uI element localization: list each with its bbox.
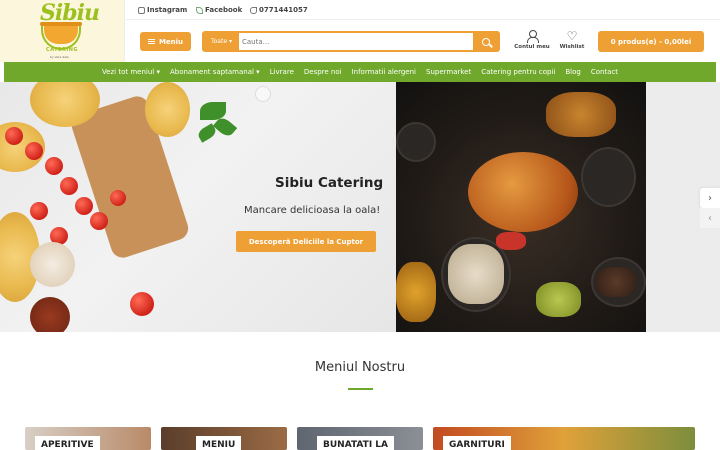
slider-next-button[interactable]: › — [700, 188, 720, 208]
category-card-label: BUNATATI LA — [317, 436, 394, 450]
nav-item-delivery[interactable]: Livrare — [265, 68, 299, 76]
search-bar: Toate ▾ — [202, 31, 500, 52]
corn-graphic — [396, 262, 436, 322]
cart-label: 0 produs(e) - 0,00lei — [610, 37, 692, 46]
category-card-oven[interactable]: BUNATATI LA — [297, 427, 423, 450]
tomato-graphic — [25, 142, 43, 160]
nav-item-supermarket[interactable]: Supermarket — [421, 68, 476, 76]
tomato-graphic — [110, 190, 126, 206]
nav-item-allergens[interactable]: Informatii alergeni — [347, 68, 421, 76]
hero-image-roast-chicken — [396, 82, 646, 332]
hero-cta-button[interactable]: Descoperă Deliciile la Cuptor — [236, 231, 376, 252]
wishlist-link[interactable]: ♡ Wishlist — [556, 30, 588, 54]
garlic-graphic — [255, 86, 271, 102]
nav-item-menu[interactable]: Vezi tot meniul ▾ — [97, 68, 165, 76]
menu-button-label: Meniu — [158, 37, 184, 46]
phone-icon — [250, 6, 257, 14]
category-card-sides[interactable]: GARNITURI — [433, 427, 695, 450]
heart-icon: ♡ — [566, 29, 578, 43]
category-card-label: GARNITURI — [443, 436, 511, 450]
potatoes-graphic — [546, 92, 616, 137]
chevron-left-icon: ‹ — [708, 212, 712, 224]
logo[interactable]: Sibiu CATERING by Vera Sala — [0, 0, 125, 62]
slider-prev-button[interactable]: ‹ — [700, 208, 720, 228]
logo-subtitle: CATERING — [46, 47, 78, 53]
nav-item-blog[interactable]: Blog — [560, 68, 585, 76]
salad-graphic — [448, 244, 504, 304]
nav-item-subscription[interactable]: Abonament saptamanal ▾ — [165, 68, 265, 76]
nav-item-kids-catering[interactable]: Catering pentru copii — [476, 68, 560, 76]
chevron-down-icon: ▾ — [229, 38, 233, 45]
facebook-icon — [196, 6, 203, 14]
cart-button[interactable]: 0 produs(e) - 0,00lei — [598, 31, 704, 52]
menu-button[interactable]: Meniu — [140, 32, 191, 51]
pepper-graphic — [496, 232, 526, 250]
search-category-value: Toate — [210, 38, 228, 45]
tomato-graphic — [5, 127, 23, 145]
search-category-select[interactable]: Toate ▾ — [204, 33, 239, 50]
category-card-label: MENIU — [196, 436, 242, 450]
bowl-graphic — [396, 122, 436, 162]
search-input[interactable] — [242, 35, 472, 48]
hamburger-icon — [147, 39, 155, 44]
chevron-right-icon: › — [708, 192, 712, 204]
mushrooms-graphic — [596, 267, 636, 297]
roast-chicken-graphic — [468, 152, 578, 232]
phone-number: 0771441057 — [259, 6, 308, 14]
tomato-graphic — [130, 292, 154, 316]
section-title: Meniul Nostru — [314, 360, 406, 375]
instagram-link[interactable]: Instagram — [138, 6, 187, 14]
search-icon — [481, 37, 490, 46]
spice-bowl-graphic — [30, 297, 70, 332]
cheese-graphic — [145, 82, 190, 137]
logo-byline: by Vera Sala — [50, 55, 69, 59]
wishlist-label: Wishlist — [559, 44, 585, 50]
category-card-menu[interactable]: MENIU — [161, 427, 287, 450]
tomato-graphic — [60, 177, 78, 195]
nav-item-about[interactable]: Despre noi — [299, 68, 347, 76]
facebook-link[interactable]: Facebook — [196, 6, 242, 14]
tomato-graphic — [75, 197, 93, 215]
phone-link[interactable]: 0771441057 — [250, 6, 308, 14]
tomato-graphic — [45, 157, 63, 175]
bowl-graphic — [581, 147, 636, 207]
account-label: Contul meu — [514, 44, 550, 50]
section-divider — [348, 388, 373, 390]
main-nav: Vezi tot meniul ▾ Abonament saptamanal ▾… — [4, 62, 716, 82]
hero-title: Sibiu Catering — [275, 175, 384, 191]
sauce-bowl-graphic — [536, 282, 581, 317]
tomato-graphic — [30, 202, 48, 220]
spice-bowl-graphic — [30, 242, 75, 287]
category-card-label: APERITIVE — [35, 436, 100, 450]
category-card-aperitive[interactable]: APERITIVE — [25, 427, 151, 450]
instagram-label: Instagram — [147, 6, 188, 14]
hero-subtitle: Mancare delicioasa la oala! — [244, 205, 381, 216]
search-button[interactable] — [473, 33, 498, 50]
nav-item-contact[interactable]: Contact — [586, 68, 623, 76]
instagram-icon — [138, 6, 145, 14]
facebook-label: Facebook — [205, 6, 243, 14]
tomato-graphic — [90, 212, 108, 230]
account-link[interactable]: Contul meu — [512, 30, 552, 54]
top-bar: Instagram Facebook 0771441057 — [126, 0, 720, 20]
user-icon — [527, 30, 539, 43]
